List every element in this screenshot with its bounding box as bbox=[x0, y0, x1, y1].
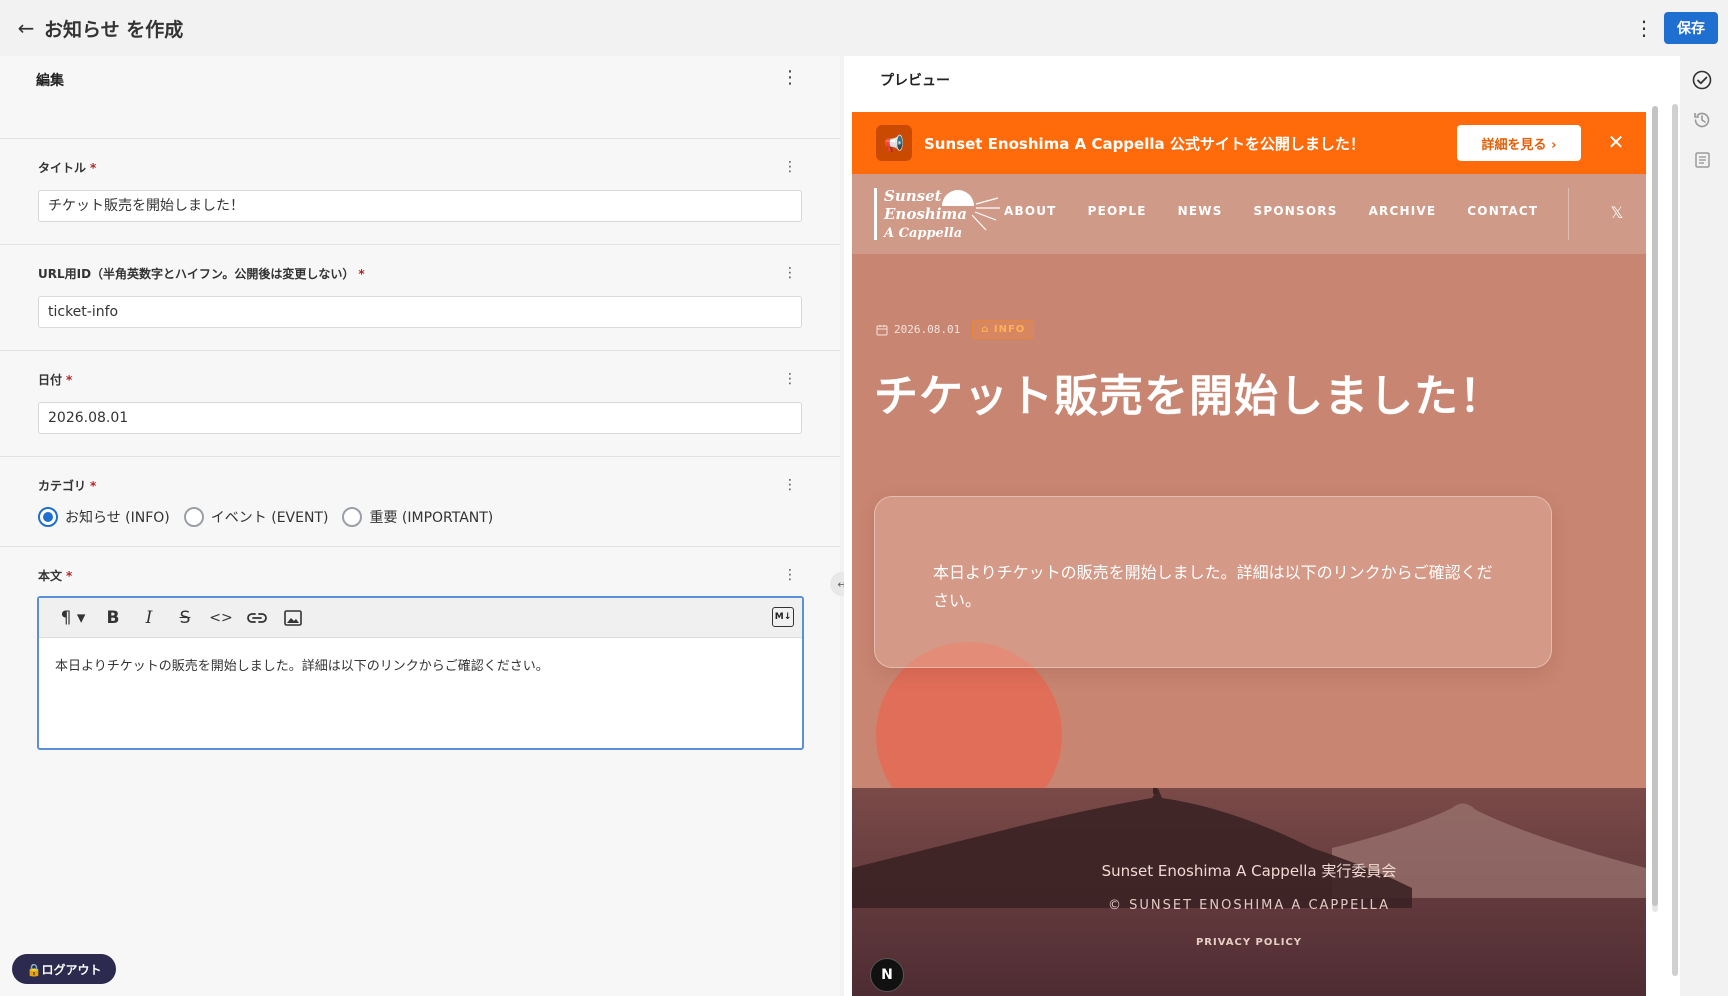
title-field: タイトル * ⋮ チケット販売を開始しました！ bbox=[0, 138, 840, 244]
slug-input[interactable]: ticket-info bbox=[38, 296, 802, 328]
title-label: タイトル * bbox=[38, 161, 97, 175]
body-label: 本文 * bbox=[38, 569, 73, 583]
page-title: お知らせ を作成 bbox=[44, 19, 184, 41]
nav-divider bbox=[1568, 188, 1569, 240]
body-field: 本文 * ⋮ ¶ ▾ B I S <> M↓ 本日よりチケットの販売を開始しました… bbox=[0, 546, 840, 776]
site-logo[interactable]: Sunset Enoshima A Cappella bbox=[872, 184, 1000, 246]
date-label: 日付 * bbox=[38, 373, 73, 387]
back-arrow-icon[interactable]: ← bbox=[14, 16, 38, 40]
x-social-icon[interactable]: 𝕏 bbox=[1604, 200, 1630, 226]
category-radio-group: お知らせ (INFO) イベント (EVENT) 重要 (IMPORTANT) bbox=[38, 507, 493, 527]
post-date: 2026.08.01 bbox=[876, 323, 960, 336]
nextjs-badge-icon[interactable]: N bbox=[870, 958, 904, 992]
footer-privacy-link[interactable]: PRIVACY POLICY bbox=[852, 937, 1646, 948]
nav-people[interactable]: PEOPLE bbox=[1088, 204, 1147, 218]
radio-important-circle[interactable] bbox=[342, 507, 363, 527]
site-preview: 📢 Sunset Enoshima A Cappella 公式サイトを公開しまし… bbox=[852, 112, 1646, 996]
paragraph-format-icon[interactable]: ¶ ▾ bbox=[51, 603, 95, 633]
page-scrollbar[interactable] bbox=[1672, 104, 1678, 976]
radio-info[interactable]: お知らせ (INFO) bbox=[38, 507, 170, 527]
strikethrough-icon[interactable]: S bbox=[167, 603, 203, 633]
date-field-more-icon[interactable]: ⋮ bbox=[782, 369, 798, 389]
editor-content[interactable]: 本日よりチケットの販売を開始しました。詳細は以下のリンクからご確認ください。 bbox=[39, 638, 802, 696]
enoshima-silhouette bbox=[852, 788, 1646, 996]
bold-icon[interactable]: B bbox=[95, 603, 131, 633]
radio-info-circle[interactable] bbox=[38, 507, 58, 527]
radio-important[interactable]: 重要 (IMPORTANT) bbox=[342, 507, 493, 527]
nav-sponsors[interactable]: SPONSORS bbox=[1254, 204, 1338, 218]
top-bar: ← お知らせ を作成 ⋮ 保存 bbox=[0, 0, 1728, 56]
slug-field-more-icon[interactable]: ⋮ bbox=[782, 263, 798, 283]
preview-scrollbar-thumb[interactable] bbox=[1652, 106, 1658, 906]
check-circle-icon[interactable] bbox=[1690, 68, 1714, 92]
title-field-more-icon[interactable]: ⋮ bbox=[782, 157, 798, 177]
edit-pane-more-icon[interactable]: ⋮ bbox=[780, 66, 800, 90]
post-meta: 2026.08.01 ⌂ INFO bbox=[876, 320, 1035, 339]
category-label: カテゴリ * bbox=[38, 479, 97, 493]
category-field: カテゴリ * ⋮ お知らせ (INFO) イベント (EVENT) 重要 (IMP… bbox=[0, 456, 840, 546]
rich-text-editor[interactable]: ¶ ▾ B I S <> M↓ 本日よりチケットの販売を開始しました。詳細は以下… bbox=[37, 596, 804, 750]
preview-title: プレビュー bbox=[880, 73, 950, 89]
body-field-more-icon[interactable]: ⋮ bbox=[782, 565, 798, 585]
nav-about[interactable]: ABOUT bbox=[1004, 204, 1057, 218]
document-list-icon[interactable] bbox=[1690, 148, 1714, 172]
radio-info-label: お知らせ (INFO) bbox=[65, 510, 170, 526]
banner-details-button[interactable]: 詳細を見る › bbox=[1457, 125, 1581, 161]
more-options-icon[interactable]: ⋮ bbox=[1632, 16, 1656, 40]
post-title: チケット販売を開始しました！ bbox=[874, 371, 1504, 422]
link-icon[interactable] bbox=[239, 603, 275, 633]
nav-archive[interactable]: ARCHIVE bbox=[1369, 204, 1437, 218]
logout-button[interactable]: 🔒ログアウト bbox=[12, 954, 116, 984]
editor-toolbar: ¶ ▾ B I S <> M↓ bbox=[39, 598, 802, 638]
radio-event-label: イベント (EVENT) bbox=[210, 510, 329, 526]
post-body-card: 本日よりチケットの販売を開始しました。詳細は以下のリンクからご確認ください。 bbox=[874, 496, 1552, 668]
image-icon[interactable] bbox=[275, 603, 311, 633]
announcement-banner: 📢 Sunset Enoshima A Cappella 公式サイトを公開しまし… bbox=[852, 112, 1646, 174]
site-nav: Sunset Enoshima A Cappella ABOUT PEOPLE … bbox=[852, 174, 1646, 254]
tag-icon: ⌂ bbox=[981, 324, 994, 335]
svg-text:Enoshima: Enoshima bbox=[883, 205, 967, 223]
code-icon[interactable]: <> bbox=[203, 603, 239, 633]
markdown-toggle-icon[interactable]: M↓ bbox=[772, 607, 794, 627]
nav-news[interactable]: NEWS bbox=[1178, 204, 1223, 218]
radio-event-circle[interactable] bbox=[183, 507, 204, 527]
svg-text:A Cappella: A Cappella bbox=[882, 226, 962, 241]
banner-close-icon[interactable]: ✕ bbox=[1604, 130, 1628, 154]
post-date-text: 2026.08.01 bbox=[894, 323, 961, 336]
footer-organization: Sunset Enoshima A Cappella 実行委員会 bbox=[1101, 862, 1397, 880]
radio-important-label: 重要 (IMPORTANT) bbox=[369, 510, 494, 526]
post-body: 本日よりチケットの販売を開始しました。詳細は以下のリンクからご確認ください。 bbox=[933, 563, 1493, 610]
slug-field: URL用ID（半角英数字とハイフン。公開後は変更しない） * ⋮ ticket-i… bbox=[0, 244, 840, 350]
nav-contact[interactable]: CONTACT bbox=[1467, 204, 1538, 218]
category-field-more-icon[interactable]: ⋮ bbox=[782, 475, 798, 495]
date-field: 日付 * ⋮ 2026.08.01 bbox=[0, 350, 840, 456]
post-category-badge: ⌂ INFO bbox=[972, 320, 1035, 339]
footer-copyright: © SUNSET ENOSHIMA A CAPPELLA bbox=[1107, 898, 1390, 913]
banner-text: Sunset Enoshima A Cappella 公式サイトを公開しました！ bbox=[924, 135, 1365, 153]
megaphone-icon: 📢 bbox=[876, 125, 912, 161]
edit-pane-title: 編集 bbox=[36, 73, 64, 89]
title-input[interactable]: チケット販売を開始しました！ bbox=[38, 190, 802, 222]
history-icon[interactable] bbox=[1690, 108, 1714, 132]
radio-event[interactable]: イベント (EVENT) bbox=[183, 507, 329, 527]
italic-icon[interactable]: I bbox=[131, 603, 167, 633]
slug-label: URL用ID（半角英数字とハイフン。公開後は変更しない） * bbox=[38, 267, 365, 281]
save-button[interactable]: 保存 bbox=[1664, 12, 1718, 44]
calendar-icon bbox=[876, 324, 888, 335]
site-nav-links: ABOUT PEOPLE NEWS SPONSORS ARCHIVE CONTA… bbox=[1004, 204, 1569, 218]
edit-pane: 編集 ⋮ タイトル * ⋮ チケット販売を開始しました！ URL用ID（半角英数字… bbox=[0, 56, 854, 996]
date-input[interactable]: 2026.08.01 bbox=[38, 402, 802, 434]
svg-text:Sunset: Sunset bbox=[884, 187, 942, 205]
preview-pane: プレビュー 📢 Sunset Enoshima A Cappella 公式サイト… bbox=[844, 56, 1680, 996]
